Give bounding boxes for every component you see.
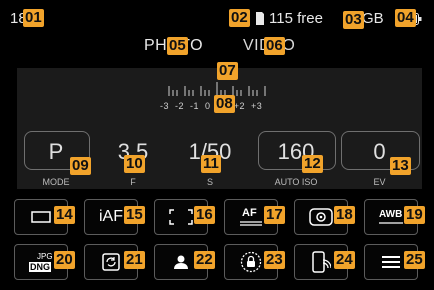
callout-06: 06 — [264, 37, 285, 55]
aperture-label: F — [130, 177, 136, 187]
callout-01: 01 — [23, 9, 44, 27]
callout-08: 08 — [214, 95, 235, 113]
callout-09: 09 — [70, 157, 91, 175]
callout-14: 14 — [54, 206, 75, 224]
callout-20: 20 — [54, 251, 75, 269]
focus-mode-iaf-icon: iAF — [99, 208, 123, 225]
callout-18: 18 — [334, 206, 355, 224]
menu-icon — [382, 255, 400, 269]
callout-24: 24 — [334, 251, 355, 269]
storage-text: GB — [362, 10, 384, 27]
file-format-jpg-dng-icon: JPG DNG — [29, 252, 53, 272]
mode-label: MODE — [42, 177, 70, 187]
callout-13: 13 — [390, 157, 411, 175]
white-balance-awb-icon: AWB — [379, 209, 403, 224]
shots-free-text: 115 free — [269, 10, 323, 27]
af-settings-icon: AF — [240, 207, 262, 226]
lock-icon — [240, 251, 262, 273]
shutter-label: S — [206, 177, 213, 187]
callout-11: 11 — [201, 155, 221, 173]
callout-12: 12 — [302, 155, 323, 173]
callout-21: 21 — [124, 251, 145, 269]
drive-mode-icon — [31, 211, 51, 223]
af-field-icon — [169, 209, 193, 225]
callout-03: 03 — [343, 11, 364, 29]
smartphone-connect-icon — [311, 251, 331, 273]
callout-19: 19 — [404, 206, 425, 224]
callout-15: 15 — [124, 206, 145, 224]
stabilization-icon — [102, 253, 120, 271]
callout-17: 17 — [264, 206, 285, 224]
iso-label: AUTO ISO — [274, 177, 318, 187]
callout-22: 22 — [194, 251, 215, 269]
user-profile-icon — [173, 254, 189, 270]
sd-card-icon — [255, 12, 265, 30]
callout-23: 23 — [264, 251, 285, 269]
callout-10: 10 — [124, 155, 145, 173]
callout-04: 04 — [395, 9, 416, 27]
callout-25: 25 — [404, 251, 425, 269]
callout-16: 16 — [194, 206, 215, 224]
callout-05: 05 — [167, 37, 188, 55]
callout-02: 02 — [229, 9, 250, 27]
metering-icon — [309, 208, 333, 226]
ev-label: EV — [373, 177, 386, 187]
exposure-scale-labels: -3 -2 -1 0 +1 +2 +3 — [160, 101, 263, 111]
callout-07: 07 — [217, 62, 238, 80]
